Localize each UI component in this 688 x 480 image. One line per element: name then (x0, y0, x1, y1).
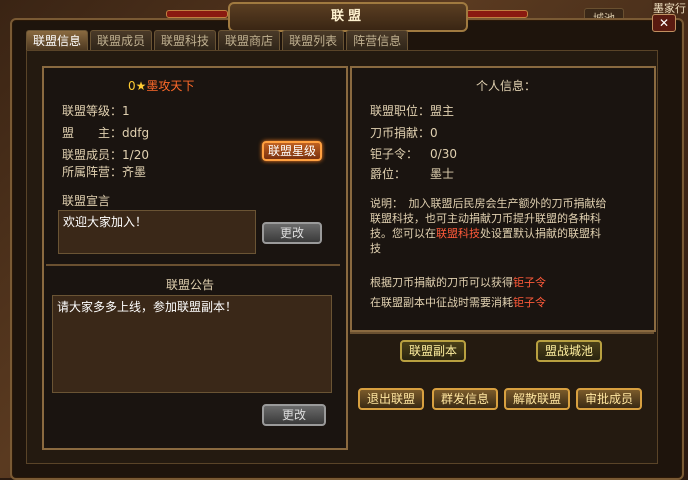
broadcast-button[interactable]: 群发信息 (432, 388, 498, 410)
leader-row: 盟 主：ddfg (62, 124, 149, 141)
description-text: 技。您可以在 (370, 227, 436, 240)
actions-divider (350, 332, 654, 334)
leader-label: 盟 主： (62, 126, 123, 140)
disband-alliance-button[interactable]: 解散联盟 (504, 388, 570, 410)
approve-members-button[interactable]: 审批成员 (576, 388, 642, 410)
level-label: 联盟等级： (62, 104, 123, 118)
personal-title: 个人信息： (476, 79, 537, 93)
description-line: 联盟科技，也可主动捐献刀币提升联盟的各种科 (370, 212, 601, 225)
tab-alliance-members[interactable]: 联盟成员 (90, 30, 153, 51)
alliance-dungeon-button[interactable]: 联盟副本 (400, 340, 466, 362)
alliance-name: 墨攻天下 (146, 79, 195, 93)
token-tip-2: 在联盟副本中征战时需要消耗钜子令 (370, 294, 546, 310)
tab-alliance-info[interactable]: 联盟信息 (26, 30, 89, 51)
description-text: 处设置默认捐献的联盟科 (480, 227, 601, 240)
tip-text: 在联盟副本中征战时需要消耗 (370, 296, 513, 309)
faction-value: 齐墨 (122, 165, 147, 179)
tab-alliance-tech[interactable]: 联盟科技 (154, 30, 217, 51)
notice-field[interactable]: 请大家多多上线，参加联盟副本！ (52, 295, 332, 393)
rank-value: 墨士 (430, 167, 455, 181)
rank-row: 爵位： 墨士 (370, 165, 454, 182)
tab-alliance-shop[interactable]: 联盟商店 (218, 30, 281, 51)
token-row: 钜子令： 0/30 (370, 145, 457, 162)
tip-highlight: 钜子令 (513, 276, 546, 289)
description: 说明： 加入联盟后民房会生产额外的刀币捐献给 联盟科技，也可主动捐献刀币提升联盟… (370, 196, 607, 256)
faction-label: 所属阵营： (62, 165, 123, 179)
window-title: 联盟 (228, 2, 468, 32)
rank-label: 爵位： (370, 167, 407, 181)
description-line: 说明： 加入联盟后民房会生产额外的刀币捐献给 (370, 197, 607, 210)
alliance-level-prefix: 0 (128, 79, 136, 93)
star-icon: ★ (135, 79, 147, 93)
donation-row: 刀币捐献：0 (370, 124, 438, 141)
alliance-star-button[interactable]: 联盟星级 (262, 141, 322, 161)
members-value: 1/20 (122, 148, 149, 162)
declaration-field[interactable]: 欢迎大家加入！ (58, 210, 256, 254)
position-row: 联盟职位：盟主 (370, 102, 454, 119)
description-line: 技 (370, 242, 381, 255)
token-value: 0/30 (430, 147, 457, 161)
members-label: 联盟成员： (62, 148, 123, 162)
donation-value: 0 (430, 126, 438, 140)
alliance-tech-link[interactable]: 联盟科技 (436, 227, 480, 240)
level-row: 联盟等级：1 (62, 102, 130, 119)
close-button[interactable]: ✕ (652, 14, 676, 32)
token-label: 钜子令： (370, 147, 419, 161)
description-line: 技。您可以在联盟科技处设置默认捐献的联盟科 (370, 226, 607, 241)
donation-label: 刀币捐献： (370, 126, 431, 140)
token-tip-1: 根据刀币捐献的刀币可以获得钜子令 (370, 274, 546, 290)
declaration-change-button[interactable]: 更改 (262, 222, 322, 244)
title-ornament-right (466, 10, 528, 18)
members-row: 联盟成员：1/20 (62, 146, 149, 163)
tip-highlight: 钜子令 (513, 296, 546, 309)
position-label: 联盟职位： (370, 104, 431, 118)
leader-value: ddfg (122, 126, 150, 140)
declaration-label: 联盟宣言 (62, 194, 111, 208)
tab-faction-info[interactable]: 阵营信息 (346, 30, 409, 51)
tab-alliance-list[interactable]: 联盟列表 (282, 30, 345, 51)
city-battle-button[interactable]: 盟战城池 (536, 340, 602, 362)
title-ornament-left (166, 10, 228, 18)
tip-text: 根据刀币捐献的刀币可以获得 (370, 276, 513, 289)
quit-alliance-button[interactable]: 退出联盟 (358, 388, 424, 410)
level-value: 1 (122, 104, 130, 118)
section-divider (46, 264, 340, 266)
alliance-header: 0★墨攻天下 (128, 77, 194, 94)
tab-bar: 联盟信息 联盟成员 联盟科技 联盟商店 联盟列表 阵营信息 (26, 30, 410, 51)
faction-row: 所属阵营：齐墨 (62, 163, 146, 180)
notice-change-button[interactable]: 更改 (262, 404, 326, 426)
position-value: 盟主 (430, 104, 455, 118)
notice-label: 联盟公告 (166, 278, 215, 292)
